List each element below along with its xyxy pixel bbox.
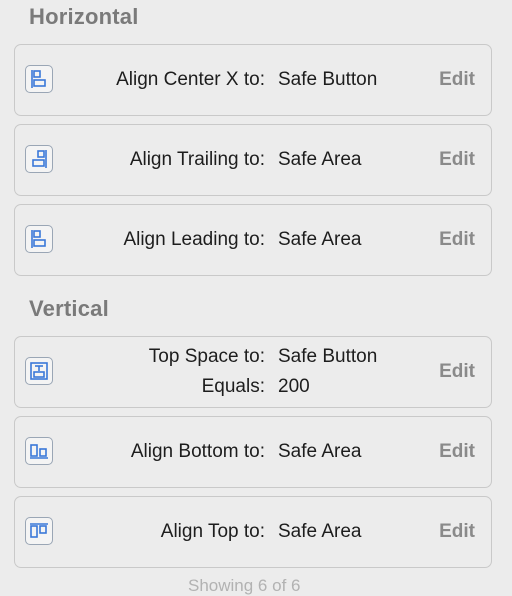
constraint-align-top[interactable]: Align Top to: Safe Area Edit [14, 496, 492, 568]
constraint-value: Safe Button [278, 69, 378, 90]
constraint-label: Align Bottom to: [130, 441, 265, 462]
section-title-horizontal: Horizontal [29, 4, 139, 29]
constraint-value: Safe Button [278, 346, 378, 367]
constraint-value: Safe Area [278, 441, 362, 462]
edit-button[interactable]: Edit [439, 358, 475, 386]
constraint-label: Align Center X to: [116, 69, 265, 90]
edit-button[interactable]: Edit [439, 438, 475, 466]
constraint-label: Top Space to: [148, 346, 265, 367]
edit-button[interactable]: Edit [439, 66, 475, 94]
constraint-label-secondary: Equals: [201, 376, 265, 397]
constraints-count-text: Showing 6 of 6 [188, 576, 301, 595]
constraint-value: Safe Area [278, 149, 362, 170]
constraint-value: Safe Area [278, 521, 362, 542]
edit-button[interactable]: Edit [439, 518, 475, 546]
section-title-vertical: Vertical [29, 296, 109, 321]
constraint-align-trailing[interactable]: Align Trailing to: Safe Area Edit [14, 124, 492, 196]
edit-button[interactable]: Edit [439, 226, 475, 254]
edit-button[interactable]: Edit [439, 146, 475, 174]
constraint-label: Align Leading to: [123, 229, 265, 250]
constraint-label: Align Top to: [160, 521, 265, 542]
constraint-label: Align Trailing to: [129, 149, 265, 170]
constraint-align-center-x[interactable]: Align Center X to: Safe Button Edit [14, 44, 492, 116]
constraint-value: Safe Area [278, 229, 362, 250]
constraint-value-secondary: 200 [278, 376, 310, 397]
constraint-top-space[interactable]: Top Space to: Safe Button Equals: 200 Ed… [14, 336, 492, 408]
constraint-align-leading[interactable]: Align Leading to: Safe Area Edit [14, 204, 492, 276]
constraint-align-bottom[interactable]: Align Bottom to: Safe Area Edit [14, 416, 492, 488]
